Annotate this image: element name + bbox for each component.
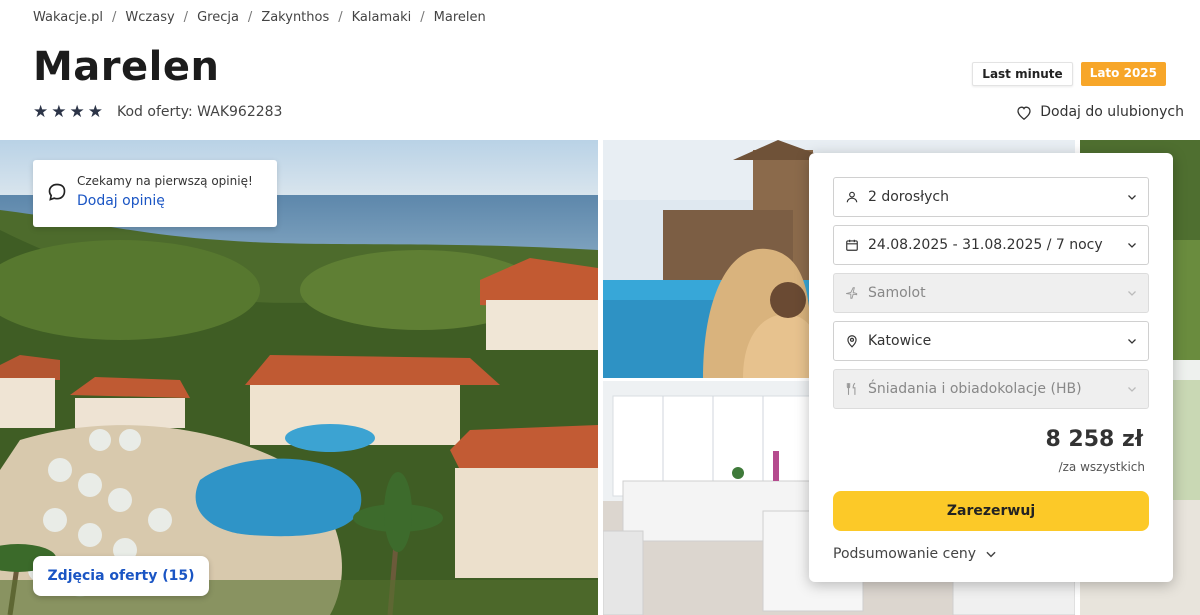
dates-select[interactable]: 24.08.2025 - 31.08.2025 / 7 nocy [833, 225, 1149, 265]
booking-panel: 2 dorosłych 24.08.2025 - 31.08.2025 / 7 … [809, 153, 1173, 582]
breadcrumb-item[interactable]: Grecja [197, 10, 239, 25]
departure-select[interactable]: Katowice [833, 321, 1149, 361]
breadcrumb: Wakacje.pl / Wczasy / Grecja / Zakynthos / K… [33, 10, 486, 25]
page-title: Marelen [33, 44, 220, 90]
star-icon: ★ [51, 102, 67, 122]
review-prompt-box: Czekamy na pierwszą opinię! Dodaj opinię [33, 160, 277, 227]
price-summary-label: Podsumowanie ceny [833, 546, 977, 562]
main-hotel-photo[interactable]: Czekamy na pierwszą opinię! Dodaj opinię… [0, 140, 598, 615]
chevron-down-icon [1128, 291, 1136, 296]
transport-value: Samolot [868, 285, 926, 301]
dates-value: 24.08.2025 - 31.08.2025 / 7 nocy [868, 237, 1103, 253]
star-icon: ★ [87, 102, 103, 122]
chevron-down-icon [1128, 195, 1136, 200]
price-note: /za wszystkich [1058, 460, 1145, 474]
star-icon: ★ [69, 102, 85, 122]
price-total: 8 258 zł [1045, 427, 1143, 452]
breadcrumb-item[interactable]: Wakacje.pl [33, 10, 103, 25]
breadcrumb-separator: / [338, 10, 343, 25]
breadcrumb-separator: / [183, 10, 189, 25]
chat-bubble-icon [48, 183, 66, 201]
chevron-down-icon [1128, 339, 1136, 344]
breadcrumb-separator: / [112, 10, 117, 25]
guests-value: 2 dorosłych [868, 189, 949, 205]
price-summary-toggle[interactable]: Podsumowanie ceny [833, 546, 998, 562]
breadcrumb-separator: / [247, 10, 253, 25]
badges: Last minute Lato 2025 [972, 62, 1166, 86]
breadcrumb-item[interactable]: Kalamaki [352, 10, 412, 25]
board-value: Śniadania i obiadokolacje (HB) [868, 381, 1082, 397]
heart-icon [1017, 105, 1031, 120]
add-to-favorites-button[interactable]: Dodaj do ulubionych [1016, 104, 1184, 120]
review-prompt-text: Czekamy na pierwszą opinię! [77, 174, 253, 188]
add-review-link[interactable]: Dodaj opinię [77, 193, 265, 209]
breadcrumb-item-current[interactable]: Marelen [434, 10, 486, 25]
chevron-down-icon [986, 551, 996, 558]
plane-icon [844, 285, 860, 301]
photos-button[interactable]: Zdjęcia oferty (15) [33, 556, 209, 596]
board-select: Śniadania i obiadokolacje (HB) [833, 369, 1149, 409]
hotel-stars: ★ ★ ★ ★ [33, 102, 103, 122]
star-icon: ★ [33, 102, 49, 122]
person-icon [844, 189, 860, 205]
location-pin-icon [844, 333, 860, 349]
chevron-down-icon [1128, 387, 1136, 392]
season-badge: Lato 2025 [1080, 62, 1166, 86]
guests-select[interactable]: 2 dorosłych [833, 177, 1149, 217]
book-button[interactable]: Zarezerwuj [833, 491, 1149, 531]
favorites-label: Dodaj do ulubionych [1040, 104, 1184, 120]
cutlery-icon [844, 381, 860, 397]
breadcrumb-separator: / [420, 10, 425, 25]
transport-select: Samolot [833, 273, 1149, 313]
breadcrumb-item[interactable]: Zakynthos [261, 10, 329, 25]
departure-value: Katowice [868, 333, 932, 349]
offer-code: Kod oferty: WAK962283 [117, 104, 283, 120]
last-minute-badge: Last minute [972, 62, 1073, 86]
breadcrumb-item[interactable]: Wczasy [125, 10, 174, 25]
chevron-down-icon [1128, 243, 1136, 248]
calendar-icon [844, 237, 860, 253]
